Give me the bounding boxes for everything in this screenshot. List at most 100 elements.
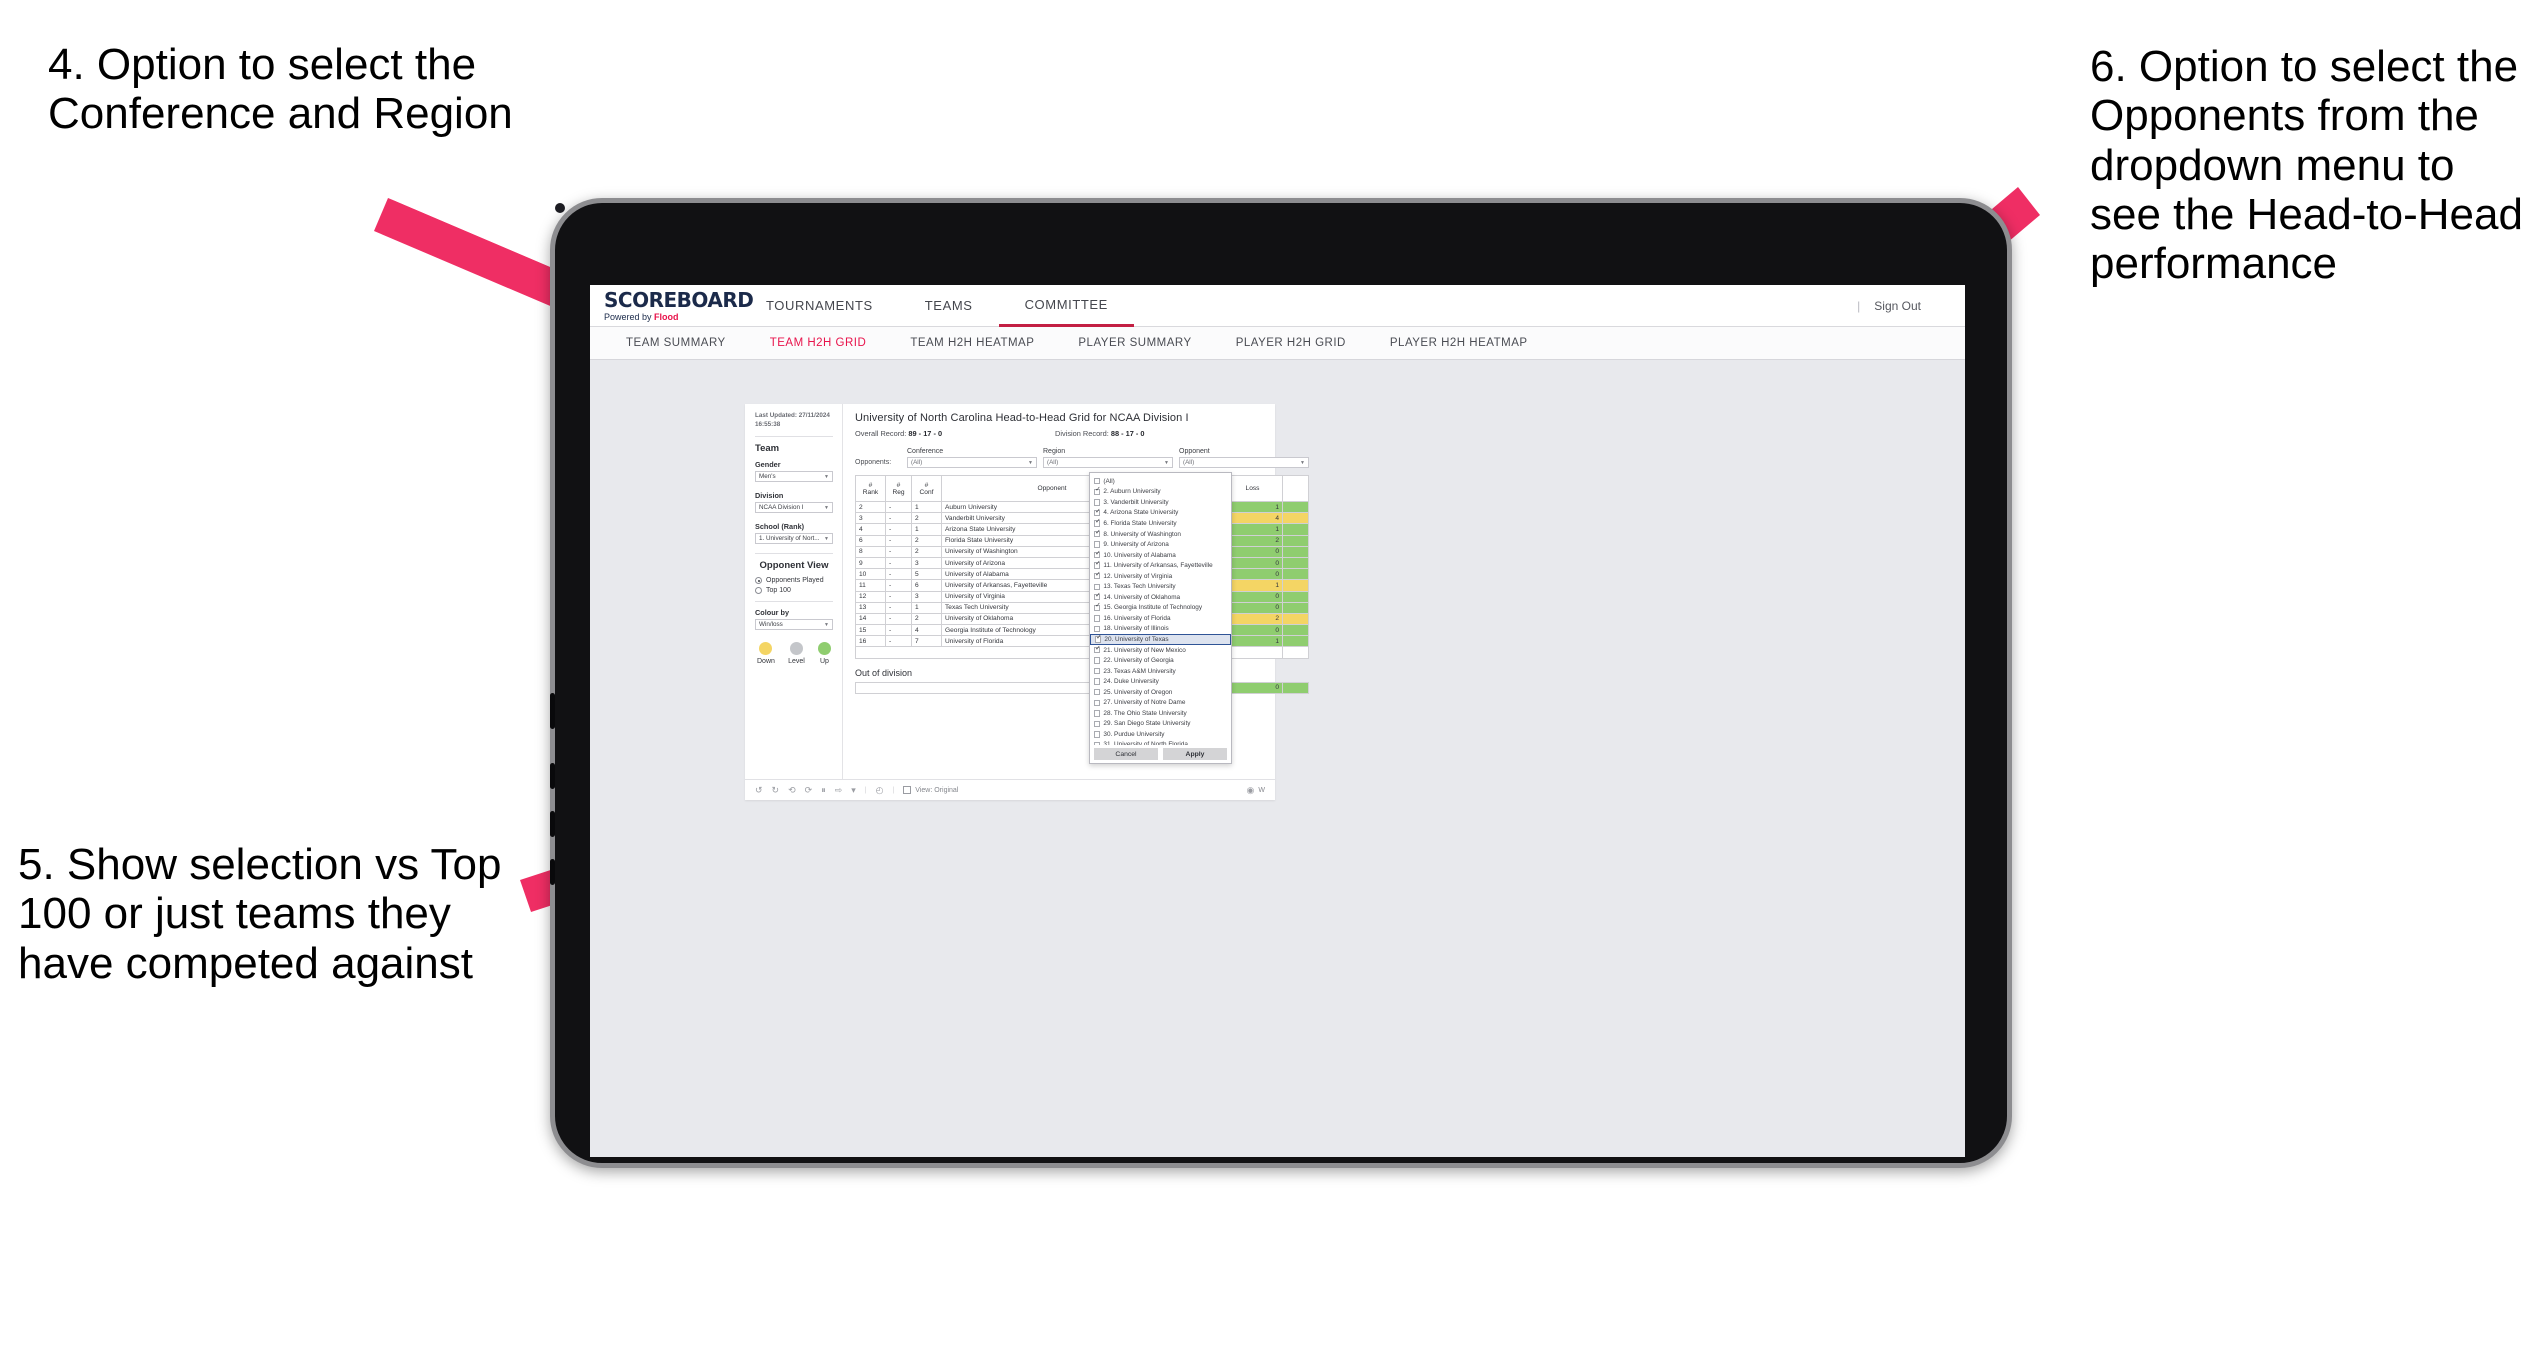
redo-icon[interactable]: ↻ — [772, 785, 780, 796]
dropdown-item[interactable]: 2. Auburn University — [1090, 487, 1231, 498]
region-filter-label: Region — [1043, 448, 1066, 455]
dropdown-item[interactable]: 15. Georgia Institute of Technology — [1090, 603, 1231, 614]
dropdown-item[interactable]: 29. San Diego State University — [1090, 719, 1231, 730]
dashboard-workspace: Last Updated: 27/11/2024 16:55:38 Team G… — [590, 360, 1965, 1157]
cell-conf: 2 — [911, 534, 942, 547]
dropdown-item[interactable]: 22. University of Georgia — [1090, 655, 1231, 666]
checkbox-icon[interactable] — [1094, 487, 1101, 496]
checkbox-icon[interactable] — [1094, 741, 1101, 745]
topnav-item-committee[interactable]: COMMITTEE — [998, 285, 1134, 327]
division-select[interactable]: NCAA Division I ▼ — [755, 502, 833, 513]
cell-rank: 3 — [855, 512, 886, 525]
opponent-dropdown-list[interactable]: (All) 2. Auburn University 3. Vanderbilt U… — [1090, 473, 1231, 745]
opponent-filter-select[interactable]: (All) ▼ — [1179, 457, 1309, 468]
legend-swatch-down — [759, 642, 773, 655]
dropdown-item[interactable]: (All) — [1090, 476, 1231, 487]
checkbox-icon[interactable] — [1094, 678, 1101, 685]
dropdown-item[interactable]: 27. University of Notre Dame — [1090, 697, 1231, 708]
refresh-data-icon[interactable]: ⟳ — [805, 785, 813, 796]
cell-conf: 2 — [911, 612, 942, 626]
checkbox-icon[interactable] — [1094, 615, 1101, 622]
colour-by-label: Colour by — [755, 608, 790, 617]
power-button[interactable] — [550, 693, 555, 729]
checkbox-icon[interactable] — [1094, 603, 1101, 612]
apply-button[interactable]: Apply — [1163, 748, 1227, 760]
dropdown-item[interactable]: 8. University of Washington — [1090, 529, 1231, 540]
dropdown-item[interactable]: 21. University of New Mexico — [1090, 645, 1231, 656]
undo-icon[interactable]: ↺ — [755, 785, 763, 796]
dropdown-item[interactable]: 23. Texas A&M University — [1090, 666, 1231, 677]
subnav-item-player-h2h-grid[interactable]: PLAYER H2H GRID — [1214, 337, 1368, 349]
eye-icon[interactable]: ◉ — [1247, 785, 1255, 796]
visualization-area: University of North Carolina Head-to-Hea… — [843, 404, 1319, 800]
dropdown-item[interactable]: 4. Arizona State University — [1090, 508, 1231, 519]
checkbox-icon[interactable] — [1094, 646, 1101, 654]
revert-icon[interactable]: ⟲ — [788, 785, 796, 796]
checkbox-icon[interactable] — [1094, 667, 1101, 675]
dropdown-item[interactable]: 6. Florida State University — [1090, 518, 1231, 529]
colour-by-select[interactable]: Win/loss ▼ — [755, 619, 833, 630]
checkbox-icon[interactable] — [1095, 635, 1102, 643]
checkbox-icon[interactable] — [1094, 731, 1101, 738]
checkbox-icon[interactable] — [1094, 561, 1101, 569]
dropdown-item[interactable]: 20. University of Texas — [1090, 634, 1231, 645]
checkbox-icon[interactable] — [1094, 699, 1101, 706]
checkbox-icon[interactable] — [1094, 541, 1101, 548]
overall-record-label: Overall Record: — [855, 429, 909, 438]
pause-updates-icon[interactable]: ⏸ — [821, 785, 826, 796]
dropdown-item[interactable]: 28. The Ohio State University — [1090, 708, 1231, 719]
topnav-item-teams[interactable]: TEAMS — [899, 285, 999, 327]
history-clock-icon[interactable]: ◴ — [876, 785, 884, 796]
checkbox-icon[interactable] — [1094, 583, 1101, 590]
share-icon[interactable]: ⇨ — [835, 785, 843, 796]
checkbox-icon[interactable] — [1094, 478, 1101, 485]
checkbox-icon[interactable] — [1094, 530, 1101, 538]
checkbox-icon[interactable] — [1094, 593, 1101, 601]
checkbox-icon[interactable] — [1094, 499, 1101, 506]
checkbox-icon[interactable] — [1094, 625, 1101, 633]
dropdown-item[interactable]: 16. University of Florida — [1090, 613, 1231, 624]
checkbox-icon[interactable] — [1094, 657, 1101, 664]
dropdown-item[interactable]: 24. Duke University — [1090, 676, 1231, 687]
radio-opponents-played[interactable]: Opponents Played — [755, 577, 833, 584]
school-rank-select[interactable]: 1. University of Nort... ▼ — [755, 533, 833, 544]
cell-reg: - — [885, 624, 912, 637]
cell-reg: - — [885, 601, 912, 614]
dropdown-item[interactable]: 11. University of Arkansas, Fayetteville — [1090, 560, 1231, 571]
app-logo[interactable]: SCOREBOARD Powered by Flood — [590, 290, 754, 322]
volume-up-button[interactable] — [550, 763, 555, 789]
view-original-button[interactable]: View: Original — [903, 786, 958, 794]
dropdown-item[interactable]: 9. University of Arizona — [1090, 539, 1231, 550]
region-filter-select[interactable]: (All) ▼ — [1043, 457, 1173, 468]
dropdown-item[interactable]: 3. Vanderbilt University — [1090, 497, 1231, 508]
checkbox-icon[interactable] — [1094, 551, 1101, 559]
volume-down-button[interactable] — [550, 811, 555, 837]
gender-select[interactable]: Men's ▼ — [755, 471, 833, 482]
opponent-dropdown-menu[interactable]: (All) 2. Auburn University 3. Vanderbilt U… — [1089, 472, 1232, 764]
radio-top-100[interactable]: Top 100 — [755, 587, 833, 594]
checkbox-icon[interactable] — [1094, 720, 1101, 728]
subnav-item-player-summary[interactable]: PLAYER SUMMARY — [1056, 337, 1213, 349]
dropdown-item[interactable]: 18. University of Illinois — [1090, 624, 1231, 635]
subnav-item-team-summary[interactable]: TEAM SUMMARY — [604, 337, 748, 349]
dropdown-item[interactable]: 12. University of Virginia — [1090, 571, 1231, 582]
cancel-button[interactable]: Cancel — [1094, 748, 1158, 760]
dropdown-item[interactable]: 14. University of Oklahoma — [1090, 592, 1231, 603]
dropdown-item[interactable]: 30. Purdue University — [1090, 729, 1231, 740]
sign-out-link[interactable]: Sign Out — [1874, 299, 1921, 313]
chevron-down-icon[interactable]: ▾ — [851, 785, 856, 796]
dropdown-item[interactable]: 25. University of Oregon — [1090, 687, 1231, 698]
checkbox-icon[interactable] — [1094, 689, 1101, 696]
topnav-item-tournaments[interactable]: TOURNAMENTS — [740, 285, 899, 327]
checkbox-icon[interactable] — [1094, 710, 1101, 717]
subnav-item-player-h2h-heatmap[interactable]: PLAYER H2H HEATMAP — [1368, 337, 1550, 349]
side-button[interactable] — [550, 859, 555, 885]
subnav-item-team-h2h-grid[interactable]: TEAM H2H GRID — [748, 337, 889, 349]
checkbox-icon[interactable] — [1094, 508, 1101, 517]
dropdown-item[interactable]: 13. Texas Tech University — [1090, 581, 1231, 592]
subnav-item-team-h2h-heatmap[interactable]: TEAM H2H HEATMAP — [888, 337, 1056, 349]
checkbox-icon[interactable] — [1094, 572, 1101, 580]
dropdown-item[interactable]: 10. University of Alabama — [1090, 550, 1231, 561]
conference-filter-select[interactable]: (All) ▼ — [907, 457, 1037, 468]
checkbox-icon[interactable] — [1094, 519, 1101, 527]
